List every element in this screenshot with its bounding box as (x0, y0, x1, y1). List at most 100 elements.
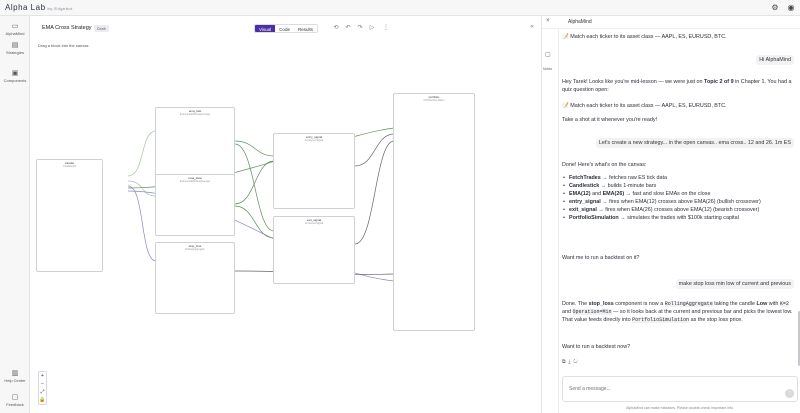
chat-panel: × AlphaMind ▢ Notes 📝 Match each ticker … (541, 16, 800, 413)
rail-item-feedback[interactable]: ▢ Feedback (0, 394, 30, 407)
item-desc: → fires when EMA(26) crosses above EMA(1… (596, 207, 760, 213)
assistant-message: Hey Tarek! Looks like you're mid-lesson … (562, 78, 798, 94)
item-name: EMA(26) (602, 191, 625, 197)
node-subtitle: CrossoverSignal (304, 139, 324, 142)
status-badge: Draft (94, 25, 109, 32)
tab-visual[interactable]: Visual (255, 25, 276, 32)
list-item: exit_signal → fires when EMA(26) crosses… (562, 206, 761, 214)
app-root: Alpha Lab by Edgebot ⚙ ◉ ▭ AlphaMind ▤ St… (0, 0, 800, 413)
list-item: Candlestick → builds 1-minute bars (562, 182, 761, 190)
user-message-text: make stop loss min low of current and pr… (675, 279, 794, 289)
list-item: PortfolioSimulation → simulates the trad… (562, 214, 761, 222)
list-item: entry_signal → fires when EMA(12) crosse… (562, 198, 761, 206)
node-subtitle: ExponentialMovingAverage (179, 113, 211, 116)
user-message: Let's create a new strategy... in the op… (595, 138, 794, 148)
node-subtitle: Candlestick (63, 165, 76, 168)
download-icon[interactable]: ⤓ (568, 359, 570, 365)
edge (234, 205, 275, 239)
redo-icon[interactable]: ↷ (356, 24, 364, 31)
zoom-in-button[interactable]: + (39, 372, 46, 380)
item-desc: → builds 1-minute bars (599, 183, 657, 189)
edge (234, 140, 275, 157)
node-portfolio[interactable]: portfolio PortfolioSimulation (393, 93, 475, 331)
node-entry-signal[interactable]: entry_signal CrossoverSignal (273, 133, 355, 209)
message-bold: stop_loss (588, 301, 614, 307)
node-exit-signal[interactable]: exit_signal CrossoverSignal (273, 216, 355, 284)
rail-item-help[interactable]: ▥ Help Center (0, 370, 30, 383)
strategy-title[interactable]: EMA Cross Strategy (42, 25, 92, 31)
edge (127, 185, 157, 262)
rail-item-strategies[interactable]: ▤ Strategies (0, 42, 30, 55)
brand-logo[interactable]: Alpha Lab by Edgebot (5, 3, 73, 12)
rail-label: Strategies (5, 50, 24, 55)
assistant-message: Done! Here's what's on the canvas: (562, 162, 647, 168)
disclaimer: AlphaMind can make mistakes. Please doub… (626, 406, 734, 410)
node-candel[interactable]: candel Candlestick (36, 159, 103, 272)
message-text: component is now a (613, 301, 665, 307)
fit-view-button[interactable]: ⤢ (39, 388, 46, 396)
rail-item-components[interactable]: ▣ Components (0, 70, 30, 83)
node-ema-slow[interactable]: ema_slow ExponentialMovingAverage (155, 174, 235, 236)
message-input[interactable] (569, 386, 769, 392)
item-name: FetchTrades (569, 175, 601, 181)
chat-title: AlphaMind (568, 19, 592, 25)
assistant-message: Take a shot at it whenever you're ready! (562, 117, 658, 123)
message-text: Done. The (562, 301, 589, 307)
view-tabs: Visual Code Results (254, 24, 318, 33)
item-desc: → simulates the trades with $100k starti… (618, 215, 739, 221)
close-icon[interactable]: × (546, 18, 550, 24)
assistant-message: 📝 Match each ticker to its asset class —… (562, 103, 727, 109)
message-text: with (767, 301, 780, 307)
message-actions: ⧉ ⤓ ↻ (562, 359, 578, 365)
tab-results[interactable]: Results (293, 25, 317, 32)
assistant-message: Want to run a backtest now? (562, 344, 631, 350)
zoom-out-button[interactable]: − (39, 380, 46, 388)
assistant-message: Want me to run a backtest on it? (562, 255, 640, 261)
user-message-text: Hi AlphaMind (756, 55, 794, 65)
history-icon[interactable]: ⟲ (332, 24, 340, 31)
cube-icon: ▣ (11, 70, 19, 77)
folder-icon: ▤ (11, 42, 19, 49)
send-button[interactable]: ↑ (785, 389, 794, 398)
brand-by: by Edgebot (47, 6, 73, 11)
node-ema-fast[interactable]: ema_fast ExponentialMovingAverage (155, 107, 235, 177)
edge (354, 140, 395, 245)
node-subtitle: CrossoverSignal (304, 222, 324, 225)
canvas-hint: Drag a block into the canvas (38, 43, 89, 48)
item-desc: → fast and slow EMAs on the close (624, 191, 711, 197)
item-name: entry_signal (569, 199, 601, 205)
node-subtitle: RollingAggregate (185, 248, 205, 251)
user-message: make stop loss min low of current and pr… (675, 279, 794, 289)
collapse-panel-icon[interactable]: « (528, 24, 536, 30)
edge (127, 130, 157, 177)
node-stop-loss[interactable]: stop_loss RollingAggregate (155, 242, 235, 314)
book-icon: ▥ (11, 370, 19, 377)
lock-button[interactable]: 🔒 (39, 396, 46, 404)
assistant-message: 📝 Match each ticker to its asset class —… (562, 34, 727, 40)
rail-item-alphamind[interactable]: ▭ AlphaMind (0, 23, 30, 36)
undo-icon[interactable]: ↶ (344, 24, 352, 31)
list-item: EMA(12) and EMA(26) → fast and slow EMAs… (562, 190, 761, 198)
user-icon[interactable]: ◉ (786, 3, 796, 13)
notes-icon[interactable]: ▢ (545, 51, 551, 58)
run-icon[interactable]: ▷ (368, 24, 376, 31)
node-subtitle: PortfolioSimulation (423, 99, 445, 102)
list-item: FetchTrades → fetches raw ES tick data (562, 174, 761, 182)
brand-name: Alpha Lab (5, 3, 46, 12)
assistant-message: Done. The stop_loss component is now a R… (562, 300, 798, 324)
user-message-text: Let's create a new strategy... in the op… (595, 138, 794, 148)
message-bold: Low (756, 301, 768, 307)
edge (354, 133, 395, 167)
more-icon[interactable]: ⋮ (382, 24, 390, 31)
inline-code: RollingAggregate (664, 301, 713, 307)
copy-icon[interactable]: ⧉ (562, 359, 566, 365)
settings-icon[interactable]: ⚙ (770, 3, 780, 13)
item-name: EMA(12) (569, 191, 591, 197)
notes-label: Notes (543, 67, 553, 71)
zoom-controls: + − ⤢ 🔒 (38, 371, 47, 405)
chat-icon: ▭ (11, 23, 19, 30)
refresh-icon[interactable]: ↻ (573, 359, 577, 365)
inline-code: PortfolioSimulation (632, 317, 690, 323)
tab-code[interactable]: Code (275, 25, 294, 32)
message-text: and (562, 309, 573, 315)
